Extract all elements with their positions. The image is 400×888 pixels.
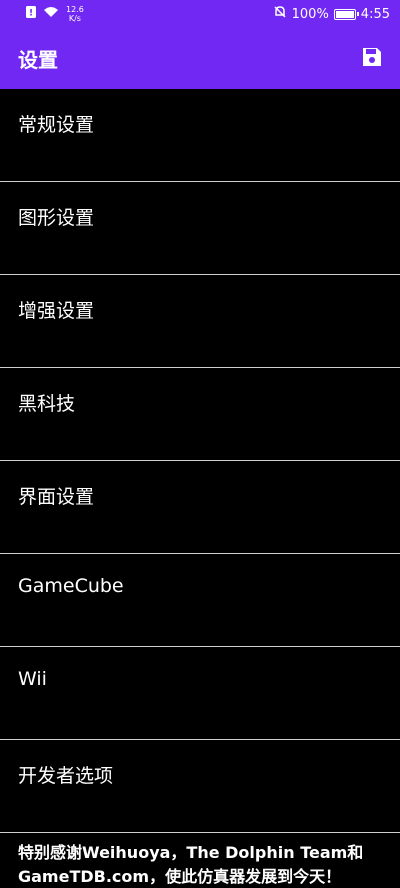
network-speed: 12.6 K/s [66, 5, 84, 23]
speed-unit: K/s [68, 14, 81, 23]
settings-item-interface[interactable]: 界面设置 [0, 461, 400, 554]
settings-item-graphics[interactable]: 图形设置 [0, 182, 400, 275]
settings-item-label: Wii [18, 668, 47, 690]
settings-item-general[interactable]: 常规设置 [0, 89, 400, 182]
wifi-icon [43, 6, 59, 22]
settings-item-label: 开发者选项 [18, 765, 114, 787]
settings-item-hacks[interactable]: 黑科技 [0, 368, 400, 461]
status-left: ! 12.6 K/s [26, 5, 84, 23]
credits-text: 特别感谢Weihuoya，The Dolphin Team和GameTDB.co… [18, 843, 364, 886]
settings-item-enhancements[interactable]: 增强设置 [0, 275, 400, 368]
settings-item-label: 界面设置 [18, 486, 95, 508]
save-button[interactable] [360, 47, 384, 71]
status-bar: ! 12.6 K/s 100% 4:55 [0, 0, 400, 28]
settings-item-developer[interactable]: 开发者选项 [0, 740, 400, 833]
settings-item-wii[interactable]: Wii [0, 647, 400, 740]
settings-list: 常规设置 图形设置 增强设置 黑科技 界面设置 GameCube Wii 开发者… [0, 89, 400, 833]
credits-footer: 特别感谢Weihuoya，The Dolphin Team和GameTDB.co… [0, 833, 400, 888]
app-bar: 设置 [0, 28, 400, 89]
status-right: 100% 4:55 [273, 5, 390, 23]
settings-item-label: 黑科技 [18, 393, 76, 415]
speed-value: 12.6 [66, 5, 84, 14]
settings-item-gamecube[interactable]: GameCube [0, 554, 400, 647]
battery-icon [333, 8, 359, 20]
svg-text:!: ! [29, 9, 33, 19]
settings-item-label: 图形设置 [18, 207, 95, 229]
settings-item-label: 常规设置 [18, 114, 95, 136]
page-title: 设置 [18, 48, 58, 72]
clock: 4:55 [360, 6, 390, 22]
mute-bell-icon [273, 5, 287, 23]
save-icon [361, 46, 383, 72]
battery-percent: 100% [291, 6, 329, 22]
notification-icon: ! [26, 6, 36, 22]
settings-item-label: 增强设置 [18, 300, 95, 322]
settings-item-label: GameCube [18, 575, 124, 597]
